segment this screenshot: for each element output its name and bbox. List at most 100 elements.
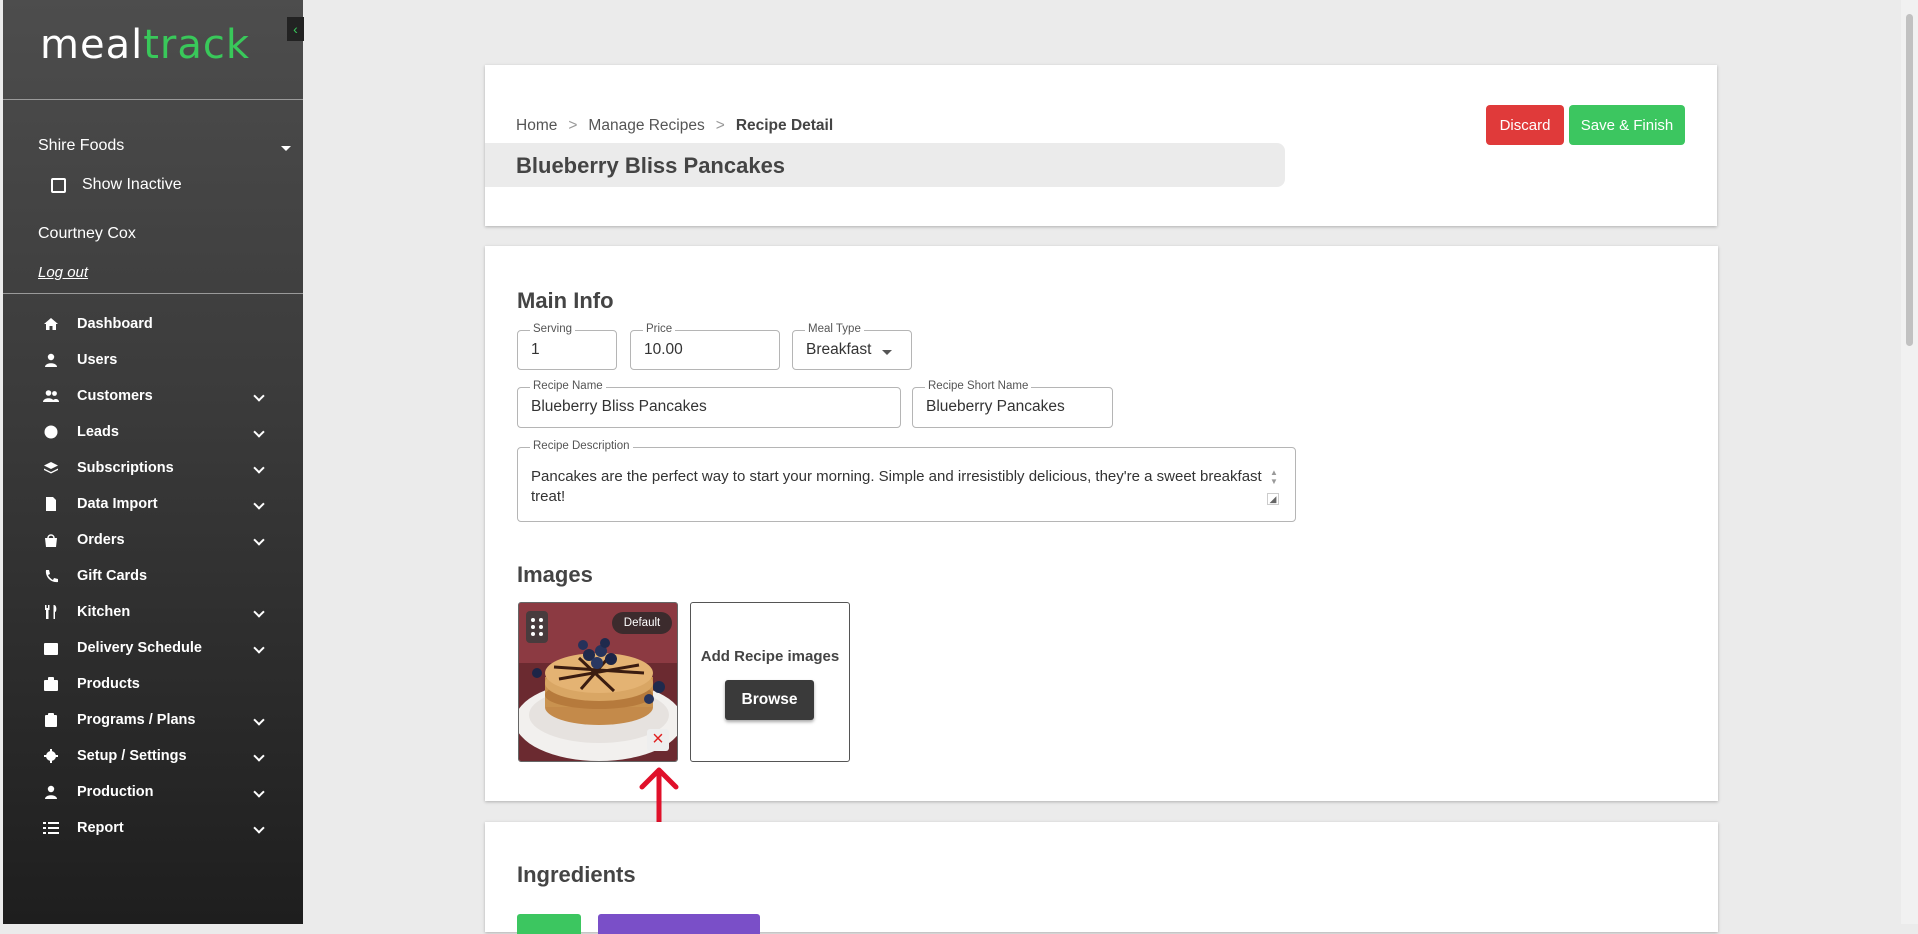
sidebar-item-products[interactable]: Products <box>3 666 303 702</box>
collapse-sidebar-button[interactable]: ‹ <box>287 17 304 41</box>
sidebar-item-label: Products <box>77 676 140 692</box>
user-icon <box>43 785 59 799</box>
user-icon <box>43 353 59 367</box>
serving-field[interactable]: Serving 1 <box>517 323 617 370</box>
sidebar-item-customers[interactable]: Customers <box>3 378 303 414</box>
logo[interactable]: mealtrack <box>40 22 250 68</box>
sidebar-item-label: Programs / Plans <box>77 712 196 728</box>
checkbox[interactable] <box>51 177 66 193</box>
home-icon <box>43 317 59 331</box>
chevron-down-icon[interactable] <box>253 498 265 510</box>
sidebar-item-delivery-schedule[interactable]: Delivery Schedule <box>3 630 303 666</box>
recipe-description-field[interactable]: Recipe Description Pancakes are the perf… <box>517 440 1296 522</box>
chevron-down-icon[interactable] <box>253 714 265 726</box>
chevron-down-icon[interactable] <box>253 462 265 474</box>
clipboard-icon <box>43 713 59 727</box>
chevron-down-icon[interactable] <box>253 822 265 834</box>
chevron-down-icon[interactable] <box>253 786 265 798</box>
textarea-spinner-icon[interactable]: ▲ ▼ <box>1270 468 1278 486</box>
sidebar-item-programs-plans[interactable]: Programs / Plans <box>3 702 303 738</box>
breadcrumb-current: Recipe Detail <box>735 117 834 134</box>
images-title: Images <box>517 562 593 587</box>
sidebar-item-leads[interactable]: Leads <box>3 414 303 450</box>
header-card: Home > Manage Recipes > Recipe Detail Bl… <box>485 65 1717 226</box>
discard-button[interactable]: Discard <box>1486 105 1564 145</box>
sidebar-item-label: Production <box>77 784 154 800</box>
add-recipe-images-tile: Add Recipe images Browse <box>690 602 850 762</box>
chevron-down-icon[interactable] <box>253 750 265 762</box>
sidebar-item-label: Dashboard <box>77 316 153 332</box>
chevron-down-icon[interactable] <box>253 390 265 402</box>
drag-handle-icon[interactable] <box>526 611 548 643</box>
sidebar-item-users[interactable]: Users <box>3 342 303 378</box>
chevron-down-icon[interactable] <box>253 606 265 618</box>
recipe-name-field[interactable]: Recipe Name Blueberry Bliss Pancakes <box>517 380 901 428</box>
caret-down-icon[interactable] <box>281 146 291 151</box>
layers-icon <box>43 461 59 475</box>
browse-button[interactable]: Browse <box>725 680 814 720</box>
sidebar-item-data-import[interactable]: Data Import <box>3 486 303 522</box>
page-scrollbar[interactable] <box>1901 0 1918 924</box>
sidebar-nav: Dashboard Users Customers Leads Subscription… <box>3 306 303 846</box>
sidebar-item-setup-settings[interactable]: Setup / Settings <box>3 738 303 774</box>
ingredient-action-button[interactable] <box>598 914 760 934</box>
sidebar-item-dashboard[interactable]: Dashboard <box>3 306 303 342</box>
sidebar-item-subscriptions[interactable]: Subscriptions <box>3 450 303 486</box>
sidebar-item-label: Data Import <box>77 496 158 512</box>
sidebar-item-label: Orders <box>77 532 125 548</box>
default-badge: Default <box>612 612 672 634</box>
ingredients-title: Ingredients <box>517 862 636 887</box>
show-inactive-toggle[interactable]: Show Inactive <box>51 176 182 194</box>
recipe-image-tile[interactable]: Default × <box>518 602 678 762</box>
sidebar-item-label: Report <box>77 820 124 836</box>
sidebar-item-orders[interactable]: Orders <box>3 522 303 558</box>
divider <box>3 293 303 294</box>
list-icon <box>43 821 59 835</box>
breadcrumb-home[interactable]: Home <box>516 117 557 135</box>
sidebar-item-label: Users <box>77 352 118 368</box>
sidebar-item-label: Customers <box>77 388 153 404</box>
users-icon <box>43 389 59 403</box>
add-ingredient-button[interactable] <box>517 914 581 934</box>
resize-handle-icon[interactable]: ◢ <box>1267 493 1279 505</box>
sidebar-item-report[interactable]: Report <box>3 810 303 846</box>
sidebar-item-label: Subscriptions <box>77 460 174 476</box>
sidebar-item-label: Delivery Schedule <box>77 640 202 656</box>
show-inactive-label: Show Inactive <box>82 176 182 193</box>
main-info-title: Main Info <box>517 288 614 313</box>
sidebar: ‹ mealtrack Shire Foods Show Inactive Co… <box>3 0 304 924</box>
title-bar: Blueberry Bliss Pancakes <box>485 143 1285 187</box>
sidebar-item-label: Kitchen <box>77 604 131 620</box>
organization-select[interactable]: Shire Foods <box>38 137 124 155</box>
sidebar-item-label: Gift Cards <box>77 568 148 584</box>
breadcrumb-manage-recipes[interactable]: Manage Recipes <box>588 117 704 135</box>
logout-link[interactable]: Log out <box>38 264 88 281</box>
box-icon <box>43 677 59 691</box>
gear-icon <box>43 749 59 763</box>
save-finish-button[interactable]: Save & Finish <box>1569 105 1685 145</box>
user-name: Courtney Cox <box>38 225 136 242</box>
recipe-short-name-field[interactable]: Recipe Short Name Blueberry Pancakes <box>912 380 1113 428</box>
breadcrumb: Home > Manage Recipes > Recipe Detail <box>516 117 834 135</box>
file-icon <box>43 497 59 511</box>
ingredients-card: Ingredients <box>485 822 1718 934</box>
phone-icon <box>43 569 59 583</box>
utensils-icon <box>43 605 59 619</box>
annotation-arrow-icon <box>639 767 679 825</box>
chevron-down-icon[interactable] <box>253 426 265 438</box>
remove-image-icon[interactable]: × <box>647 729 669 751</box>
divider <box>3 99 303 100</box>
scrollbar-thumb[interactable] <box>1906 14 1913 346</box>
sidebar-item-kitchen[interactable]: Kitchen <box>3 594 303 630</box>
sidebar-item-production[interactable]: Production <box>3 774 303 810</box>
chevron-down-icon[interactable] <box>253 534 265 546</box>
bag-icon <box>43 533 59 547</box>
add-images-title: Add Recipe images <box>700 648 840 665</box>
chevron-down-icon[interactable] <box>253 642 265 654</box>
page-title: Blueberry Bliss Pancakes <box>516 153 786 178</box>
caret-down-icon <box>882 350 892 355</box>
sidebar-item-gift-cards[interactable]: Gift Cards <box>3 558 303 594</box>
calendar-icon <box>43 641 59 655</box>
meal-type-select[interactable]: Meal Type Breakfast <box>792 323 912 370</box>
price-field[interactable]: Price 10.00 <box>630 323 780 370</box>
